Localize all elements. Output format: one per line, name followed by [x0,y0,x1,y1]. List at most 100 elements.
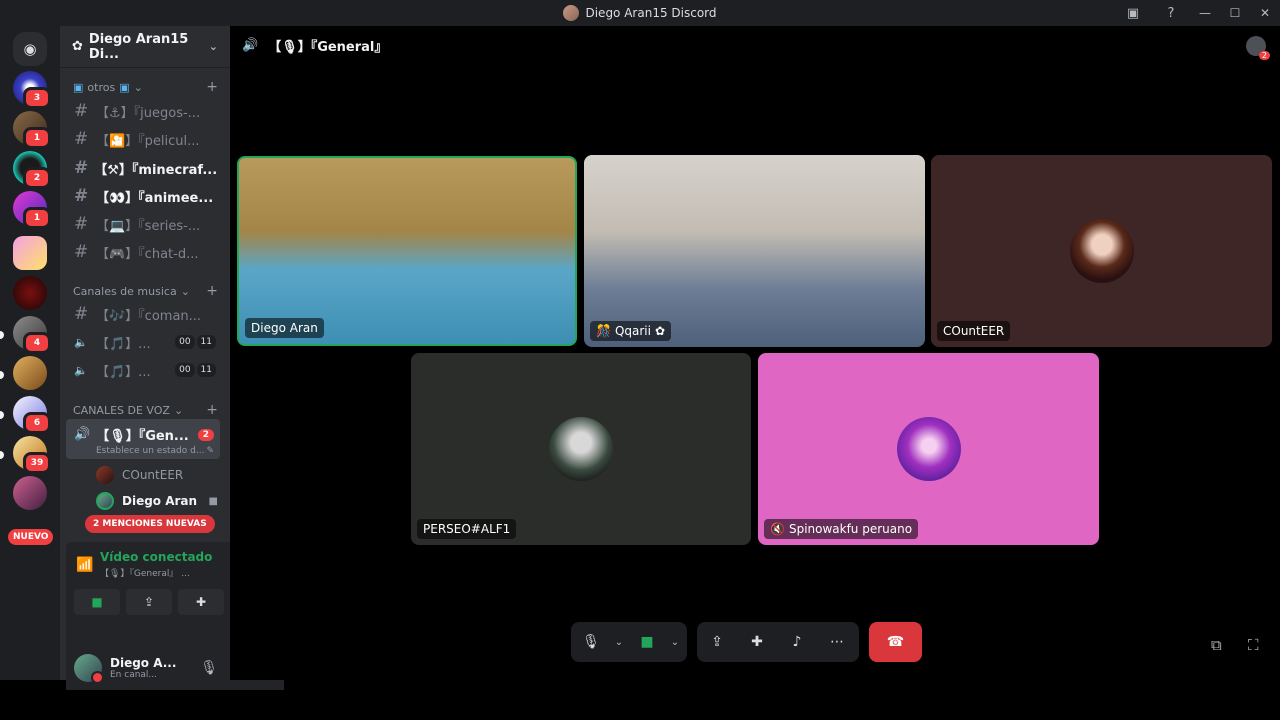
text-channel[interactable]: # 【💻】『series-... [68,211,222,237]
gamepad-icon: ✚ [751,634,763,650]
text-channel[interactable]: # 【🎮】『chat-d... [68,239,222,265]
user-limit: 11 [196,335,216,349]
mute-button[interactable]: 🎙 [571,622,611,662]
voice-status[interactable]: Vídeo conectado [100,550,212,564]
help-icon[interactable]: ? [1160,2,1182,24]
screen-share-status-icon[interactable]: ▣ [1122,2,1144,24]
camera-options-button[interactable]: ⌄ [667,622,683,662]
new-servers-pill[interactable]: NUEVO [8,529,54,545]
server-badge: 6 [23,412,51,434]
hash-icon: # [74,186,89,206]
text-channel[interactable]: # 【🎶】『coman... [68,301,222,327]
participant-name: COuntEER [943,324,1005,338]
activities-button[interactable]: ✚ [737,622,777,662]
add-channel-button[interactable]: + [206,402,218,418]
pop-out-icon: ⧉ [1211,636,1222,654]
server-badge: 1 [23,127,51,149]
avatar[interactable] [74,654,104,684]
avatar [96,466,114,484]
minimize-button[interactable]: — [1190,0,1220,26]
category-emoji-icon: ▣ [119,80,130,94]
video-tile[interactable]: 🔇 Spinowakfu peruano [758,353,1099,545]
new-mentions-pill[interactable]: 2 MENCIONES NUEVAS [85,515,215,533]
more-icon: ⋯ [830,634,844,650]
text-channel[interactable]: # 【🎦】『pelicul... [68,126,222,152]
voice-user-name: Diego Aran [122,494,198,508]
text-channel[interactable]: # 【⚓】『juegos-... [68,98,222,124]
category-voz[interactable]: CANALES DE VOZ ⌄ + [73,402,218,418]
hash-icon: # [74,242,89,262]
guild-name: Diego Aran15 Di... [88,31,189,62]
camera-button[interactable]: ■ [627,622,667,662]
call-header: 🔊 【🎙】『General』 [242,36,387,55]
chevron-down-icon: ⌄ [173,403,184,417]
add-channel-button[interactable]: + [206,283,218,299]
channel-name: 【💻】『series-... [96,218,201,234]
guild-header[interactable]: ✿ Diego Aran15 Di... ⌄ [60,26,230,68]
server-icon[interactable]: 6 [13,396,51,434]
mic-options-button[interactable]: ⌄ [611,622,627,662]
voice-user[interactable]: Diego Aran ■ [96,492,218,510]
voice-user[interactable]: COuntEER [96,466,218,484]
activities-button[interactable]: ✚ [178,589,224,615]
phone-icon: ☎ [886,634,905,650]
server-icon[interactable]: 1 [13,191,51,229]
server-icon[interactable]: 2 [13,151,51,189]
hang-up-button[interactable]: ☎ [869,622,922,662]
text-channel[interactable]: # 【👀】『animee... [68,183,222,209]
participant-name: Diego Aran [251,321,318,335]
text-channel[interactable]: # 【⚒】『minecraf... [68,155,222,181]
screen-share-button[interactable]: ⇪ [126,589,172,615]
server-icon[interactable] [13,356,47,390]
soundboard-button[interactable]: ♪ [777,622,817,662]
category-musica[interactable]: Canales de musica ⌄ + [73,283,218,299]
pop-out-button[interactable]: ⧉ [1211,636,1222,654]
server-icon[interactable]: 3 [13,71,51,109]
screen-share-button[interactable]: ⇪ [697,622,737,662]
active-voice-channel[interactable]: 🔊 【🎙】『Gen... 2 Establece un estado d... ✎ [66,419,220,459]
signal-icon[interactable]: 📶 [76,557,100,573]
server-badge: 3 [23,87,51,109]
video-tile[interactable]: 🎊 Qqarii ✿ [584,155,925,347]
discord-home-button[interactable]: ◉ [13,32,47,66]
microphone-icon[interactable]: 🎙 [200,660,218,676]
server-icon[interactable] [13,236,47,270]
user-status: En canal... [110,670,158,680]
video-tile[interactable]: COuntEER [931,155,1272,347]
server-icon[interactable]: 1 [13,111,51,149]
camera-icon: ■ [640,634,654,650]
voice-channel[interactable]: 🔈 【🎵】... 00 11 [68,329,222,355]
channel-status[interactable]: Establece un estado d... [96,446,204,456]
maximize-button[interactable]: ☐ [1220,0,1250,26]
server-icon[interactable] [13,476,47,510]
unread-pill [0,331,4,339]
edit-pencil-icon[interactable]: ✎ [206,446,220,456]
screen-share-icon: ⇪ [711,634,723,650]
video-tile[interactable]: Diego Aran [237,156,577,346]
hash-icon: # [74,101,89,121]
user-name: Diego A... [110,656,177,670]
media-controls: 🎙 ⌄ ■ ⌄ [571,622,687,662]
more-options-button[interactable]: ⋯ [817,622,857,662]
video-tile[interactable]: PERSEO#ALF1 [411,353,751,545]
server-icon[interactable]: 4 [13,316,51,354]
chevron-down-icon: ⌄ [614,636,624,648]
guild-verified-icon: ✿ [72,39,83,54]
speaker-icon: 🔊 [242,38,259,53]
server-icon[interactable]: 39 [13,436,51,474]
channel-sidebar: ✿ Diego Aran15 Di... ⌄ ▣ otros ▣ ⌄ + # 【⚓… [60,26,284,690]
category-otros[interactable]: ▣ otros ▣ ⌄ + [73,79,218,95]
voice-channel[interactable]: 🔈 【🎵】... 00 11 [68,357,222,383]
close-window-button[interactable]: ✕ [1250,0,1280,26]
fullscreen-button[interactable]: ⛶ [1248,636,1259,654]
channel-name: 【🎮】『chat-d... [96,246,199,262]
gamepad-icon: ✚ [195,595,207,609]
add-channel-button[interactable]: + [206,79,218,95]
hash-icon: # [74,214,89,234]
camera-toggle-button[interactable]: ■ [74,589,120,615]
voice-channel-link[interactable]: 【🎙】『General』 ... [100,566,212,579]
hash-icon: # [74,304,89,324]
user-info[interactable]: Diego A... En canal... [110,656,176,680]
server-icon[interactable] [13,276,47,310]
activity-avatar-icon[interactable]: 2 [1246,36,1270,60]
